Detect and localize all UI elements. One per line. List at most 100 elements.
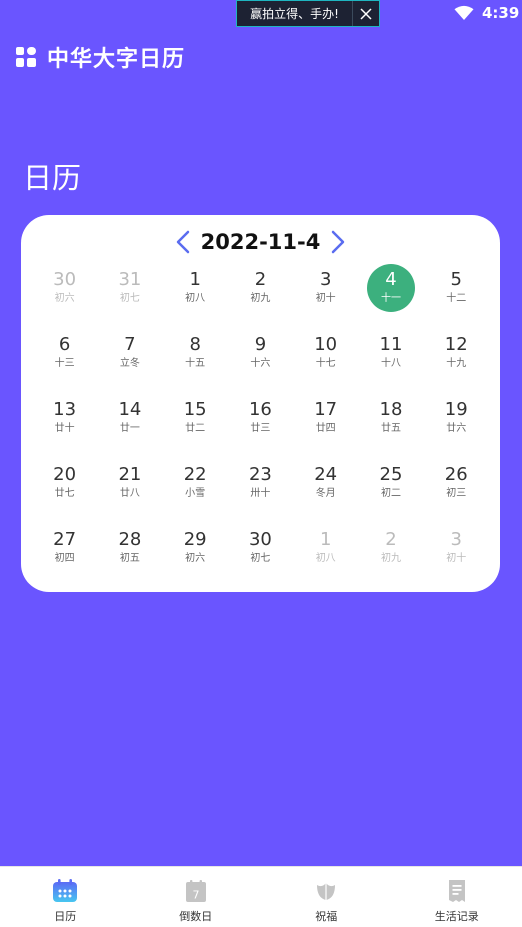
lunar-date: 十七 — [315, 358, 336, 369]
app-header: 中华大字日历 — [16, 42, 185, 72]
lunar-date: 初七 — [119, 293, 140, 304]
calendar-day[interactable]: 30 初六 — [32, 263, 97, 328]
day-number: 8 — [189, 334, 201, 355]
calendar-week-row: 13 廿十 14 廿一 15 廿二 16 廿三 17 廿四 18 廿五 19 廿六 — [32, 393, 489, 458]
day-number: 5 — [450, 269, 462, 290]
calendar-day[interactable]: 16 廿三 — [228, 393, 293, 458]
calendar-day[interactable]: 19 廿六 — [424, 393, 489, 458]
calendar-day[interactable]: 30 初七 — [228, 523, 293, 588]
day-number: 28 — [118, 529, 142, 550]
calendar-day[interactable]: 13 廿十 — [32, 393, 97, 458]
tab-life-records-label: 生活记录 — [434, 910, 479, 923]
day-number: 10 — [314, 334, 338, 355]
calendar-day[interactable]: 10 十七 — [293, 328, 358, 393]
calendar-day[interactable]: 5 十二 — [424, 263, 489, 328]
calendar-day[interactable]: 22 小雪 — [163, 458, 228, 523]
calendar-day[interactable]: 26 初三 — [424, 458, 489, 523]
calendar-day[interactable]: 18 廿五 — [358, 393, 423, 458]
tab-blessing[interactable]: 祝福 — [261, 867, 392, 927]
lunar-date: 廿八 — [119, 488, 140, 499]
day-number: 20 — [53, 464, 77, 485]
next-month-button[interactable] — [327, 228, 349, 256]
day-number: 17 — [314, 399, 338, 420]
lunar-date: 初三 — [446, 488, 467, 499]
calendar-week-row: 6 十三 7 立冬 8 十五 9 十六 10 十七 11 十八 12 十九 — [32, 328, 489, 393]
tab-life-records[interactable]: 生活记录 — [392, 867, 522, 927]
calendar-day[interactable]: 12 十九 — [424, 328, 489, 393]
calendar-day[interactable]: 3 初十 — [293, 263, 358, 328]
lunar-date: 廿十 — [54, 423, 75, 434]
day-number: 29 — [183, 529, 207, 550]
calendar-day[interactable]: 11 十八 — [358, 328, 423, 393]
calendar-day[interactable]: 29 初六 — [163, 523, 228, 588]
calendar-day[interactable]: 2 初九 — [358, 523, 423, 588]
bottom-nav: 日历 7 倒数日 祝福 生活记录 — [0, 866, 522, 927]
countdown-icon-number: 7 — [192, 889, 199, 902]
wifi-icon — [454, 5, 474, 20]
calendar-week-row: 20 廿七 21 廿八 22 小雪 23 卅十 24 冬月 25 初二 26 初三 — [32, 458, 489, 523]
calendar-day[interactable]: 15 廿二 — [163, 393, 228, 458]
calendar-day[interactable]: 25 初二 — [358, 458, 423, 523]
calendar-day[interactable]: 24 冬月 — [293, 458, 358, 523]
section-title: 日历 — [23, 161, 82, 195]
day-number: 7 — [124, 334, 136, 355]
day-number: 13 — [53, 399, 77, 420]
tab-countdown[interactable]: 7 倒数日 — [131, 867, 262, 927]
day-number: 9 — [254, 334, 267, 355]
calendar-day[interactable]: 8 十五 — [163, 328, 228, 393]
calendar-week-row: 30 初六 31 初七 1 初八 2 初九 3 初十 4 十一 5 十二 — [32, 263, 489, 328]
day-number: 3 — [450, 529, 462, 550]
ad-text[interactable]: 赢拍立得、手办! — [237, 5, 352, 22]
notes-icon — [448, 880, 465, 902]
calendar-day[interactable]: 6 十三 — [32, 328, 97, 393]
calendar-day[interactable]: 9 十六 — [228, 328, 293, 393]
tab-blessing-label: 祝福 — [315, 910, 338, 923]
day-number: 12 — [444, 334, 468, 355]
lunar-date: 初九 — [250, 293, 271, 304]
current-date[interactable]: 2022-11-4 — [201, 230, 321, 254]
prev-month-button[interactable] — [172, 228, 194, 256]
lunar-date: 十二 — [446, 293, 467, 304]
day-number: 27 — [53, 529, 77, 550]
day-number: 1 — [189, 269, 201, 290]
lunar-date: 廿一 — [119, 423, 140, 434]
lunar-date: 廿六 — [446, 423, 467, 434]
day-number: 30 — [248, 529, 272, 550]
lunar-date: 十三 — [54, 358, 75, 369]
app-title: 中华大字日历 — [47, 47, 186, 72]
calendar-day[interactable]: 1 初八 — [293, 523, 358, 588]
calendar-day[interactable]: 7 立冬 — [97, 328, 162, 393]
lunar-date: 廿五 — [380, 423, 401, 434]
lunar-date: 十九 — [446, 358, 467, 369]
calendar-day[interactable]: 1 初八 — [163, 263, 228, 328]
grid-menu-icon[interactable] — [16, 47, 36, 67]
lunar-date: 廿七 — [54, 488, 75, 499]
calendar-day[interactable]: 21 廿八 — [97, 458, 162, 523]
day-number: 14 — [118, 399, 142, 420]
day-number: 19 — [444, 399, 468, 420]
calendar-day[interactable]: 20 廿七 — [32, 458, 97, 523]
calendar-day[interactable]: 27 初四 — [32, 523, 97, 588]
lunar-date: 初六 — [185, 553, 206, 564]
calendar-icon — [53, 879, 78, 902]
calendar-day[interactable]: 23 卅十 — [228, 458, 293, 523]
calendar-day[interactable]: 17 廿四 — [293, 393, 358, 458]
calendar-day[interactable]: 31 初七 — [97, 263, 162, 328]
close-icon — [360, 7, 372, 20]
lunar-date: 卅十 — [250, 488, 271, 499]
calendar-day-selected[interactable]: 4 十一 — [358, 263, 423, 328]
calendar-day[interactable]: 14 廿一 — [97, 393, 162, 458]
calendar-day[interactable]: 28 初五 — [97, 523, 162, 588]
lunar-date: 初九 — [380, 553, 401, 564]
countdown-icon: 7 — [185, 880, 206, 902]
ad-close-button[interactable] — [352, 1, 379, 26]
tab-calendar[interactable]: 日历 — [0, 867, 131, 927]
lunar-date: 冬月 — [315, 488, 336, 499]
day-number: 15 — [183, 399, 207, 420]
lunar-date: 初四 — [54, 553, 75, 564]
calendar-day[interactable]: 2 初九 — [228, 263, 293, 328]
calendar-week-row: 27 初四 28 初五 29 初六 30 初七 1 初八 2 初九 3 初十 — [32, 523, 489, 588]
ad-banner[interactable]: 赢拍立得、手办! — [236, 0, 380, 27]
day-number: 2 — [254, 269, 267, 290]
calendar-day[interactable]: 3 初十 — [424, 523, 489, 588]
